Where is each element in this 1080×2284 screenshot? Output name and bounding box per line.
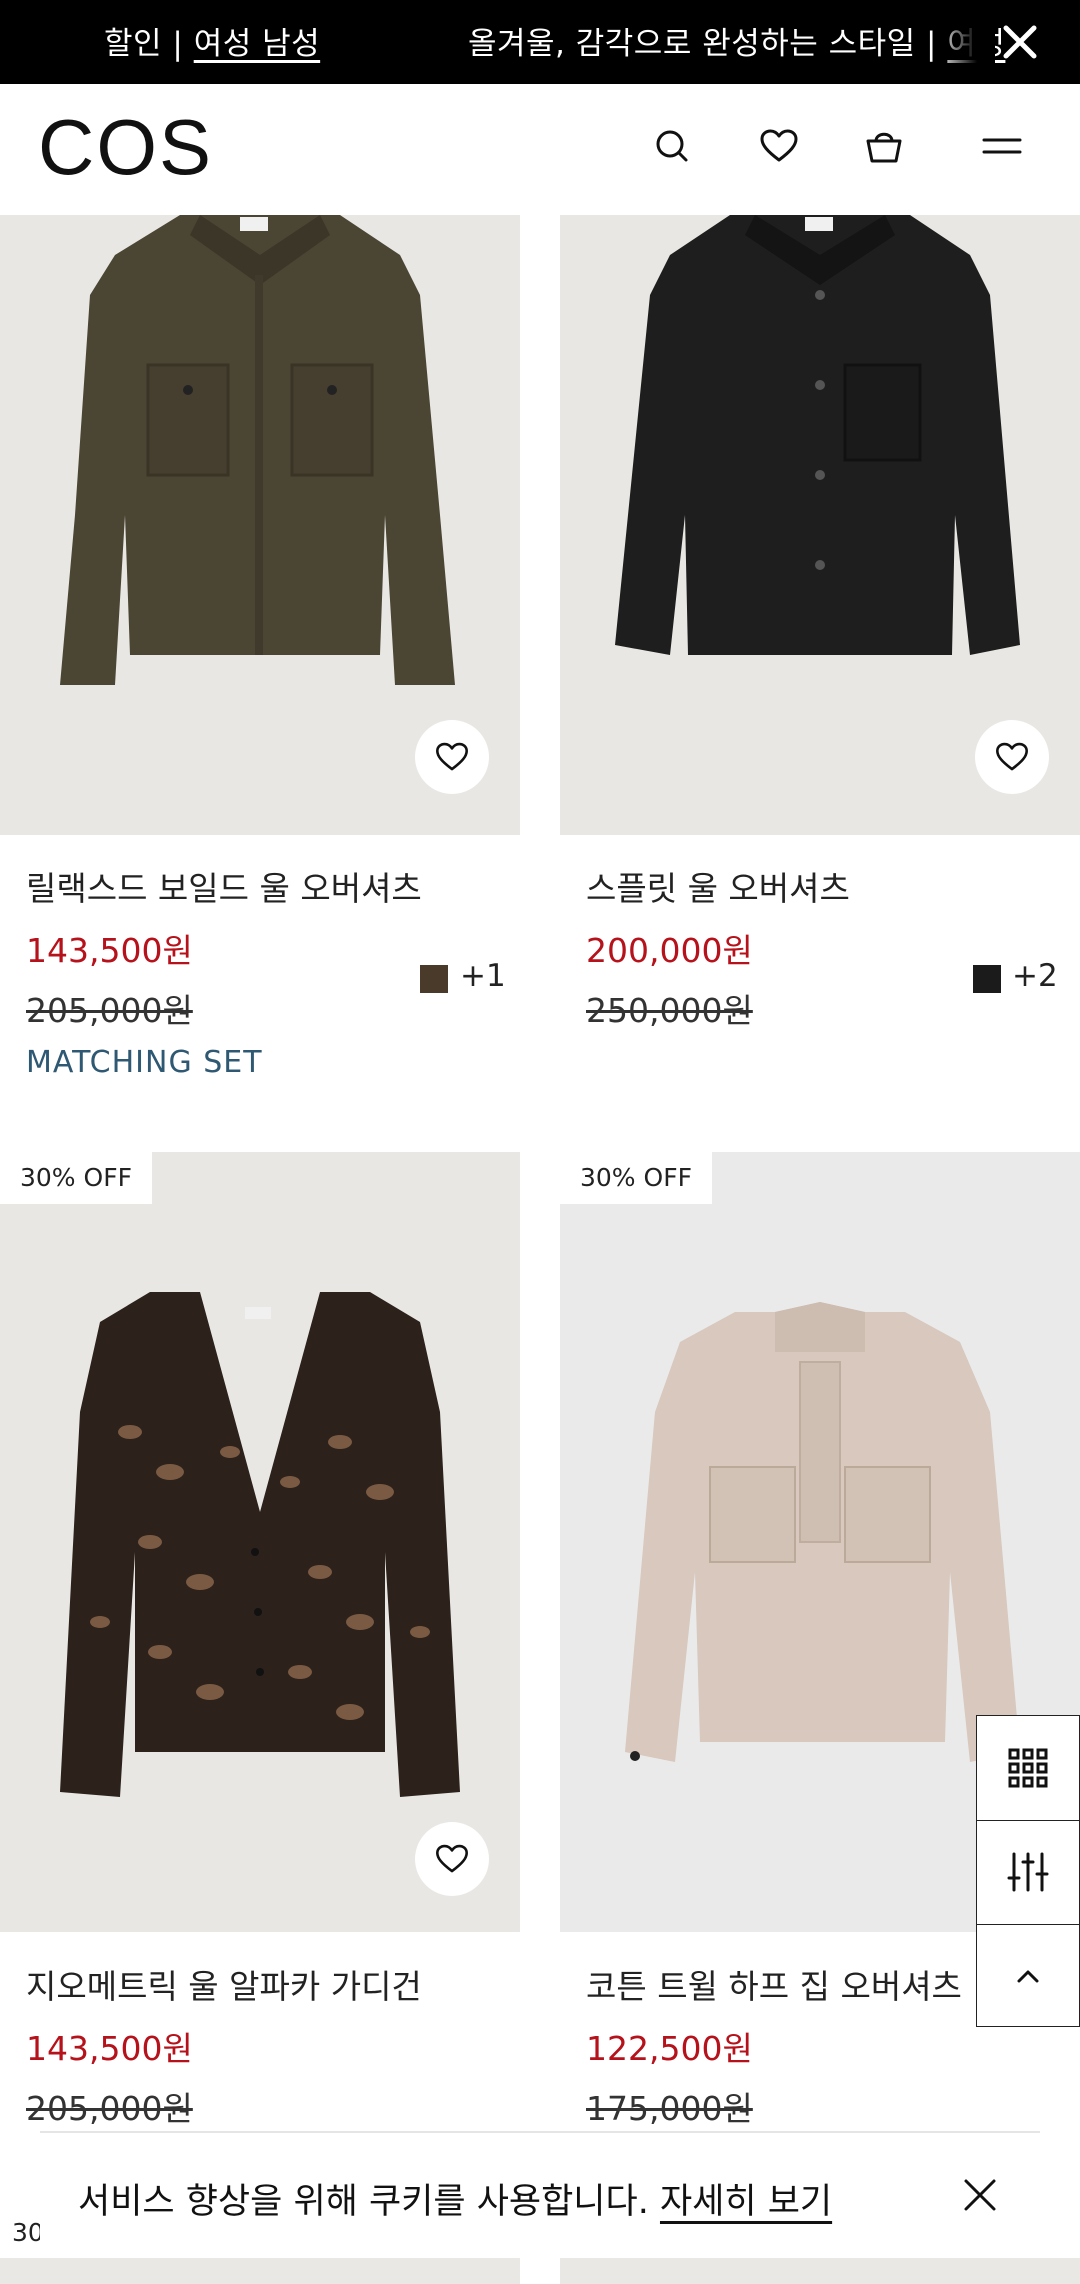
wishlist-button-2[interactable] <box>975 720 1049 794</box>
product-price-4: 122,500원 <box>586 2029 753 2068</box>
product-name-2[interactable]: 스플릿 울 오버셔츠 <box>586 862 850 910</box>
product-name-1[interactable]: 릴랙스드 보일드 울 오버셔츠 <box>26 862 422 910</box>
announcement-prefix-right: 올겨울, 감각으로 완성하는 스타일 | <box>468 26 948 62</box>
product-original-price-2: 250,000원 <box>586 991 753 1030</box>
announcement-bar: 할인 | 여성 남성 올겨울, 감각으로 완성하는 스타일 | 여성 <box>0 0 1080 84</box>
discount-badge-3: 30% OFF <box>0 1152 152 1204</box>
back-to-top-button[interactable] <box>977 1924 1079 2028</box>
search-icon[interactable] <box>650 124 694 168</box>
product-image-2[interactable] <box>560 215 1080 835</box>
announcement-link-gender[interactable]: 여성 남성 <box>194 26 320 62</box>
announcement-text-right: 올겨울, 감각으로 완성하는 스타일 | 여성 <box>468 18 1005 63</box>
site-header: COS <box>0 84 1080 215</box>
heart-icon <box>436 1844 468 1873</box>
close-icon[interactable] <box>998 20 1042 64</box>
filter-button[interactable] <box>977 1820 1079 1924</box>
color-swatch-1[interactable] <box>420 965 448 993</box>
wishlist-button-1[interactable] <box>415 720 489 794</box>
product-image-peek-left[interactable] <box>0 2258 520 2284</box>
matching-set-label[interactable]: MATCHING SET <box>26 1045 263 1080</box>
product-name-4[interactable]: 코튼 트윌 하프 집 오버셔츠 <box>586 1960 962 2008</box>
product-photo-cardigan <box>0 1152 520 1932</box>
cookie-banner: 서비스 향상을 위해 쿠키를 사용합니다. 자세히 보기 <box>40 2133 1040 2257</box>
heart-icon[interactable] <box>757 124 801 168</box>
product-name-3[interactable]: 지오메트릭 울 알파카 가디건 <box>26 1960 422 2008</box>
menu-icon[interactable] <box>980 124 1024 168</box>
grid-view-button[interactable] <box>977 1716 1079 1820</box>
logo[interactable]: COS <box>38 108 213 186</box>
heart-icon <box>436 742 468 771</box>
heart-icon <box>996 742 1028 771</box>
product-price-3: 143,500원 <box>26 2029 193 2068</box>
close-icon[interactable] <box>962 2177 998 2213</box>
announcement-prefix-left: 할인 | <box>104 26 194 62</box>
announcement-text-left: 할인 | 여성 남성 <box>104 18 320 63</box>
product-image-3[interactable]: 30% OFF <box>0 1152 520 1932</box>
product-image-1[interactable] <box>0 215 520 835</box>
cookie-text: 서비스 향상을 위해 쿠키를 사용합니다. <box>78 2182 660 2222</box>
view-tools-panel <box>976 1715 1080 2027</box>
product-original-price-1: 205,000원 <box>26 991 193 1030</box>
more-colors-2[interactable]: +2 <box>1012 958 1058 994</box>
more-colors-1[interactable]: +1 <box>460 958 506 994</box>
cookie-more-link[interactable]: 자세히 보기 <box>660 2182 832 2222</box>
color-swatch-2[interactable] <box>973 965 1001 993</box>
filter-sliders-icon <box>1007 1852 1049 1892</box>
cookie-message: 서비스 향상을 위해 쿠키를 사용합니다. 자세히 보기 <box>78 2173 832 2224</box>
discount-badge-4: 30% OFF <box>560 1152 712 1204</box>
announcement-fade <box>935 0 995 84</box>
product-image-peek-right[interactable] <box>560 2258 1080 2284</box>
product-original-price-4: 175,000원 <box>586 2089 753 2128</box>
product-price-2: 200,000원 <box>586 931 753 970</box>
bag-icon[interactable] <box>862 124 906 168</box>
grid-icon <box>1008 1748 1048 1788</box>
product-original-price-3: 205,000원 <box>26 2089 193 2128</box>
chevron-up-icon <box>1017 1970 1039 1983</box>
product-price-1: 143,500원 <box>26 931 193 970</box>
wishlist-button-3[interactable] <box>415 1822 489 1896</box>
